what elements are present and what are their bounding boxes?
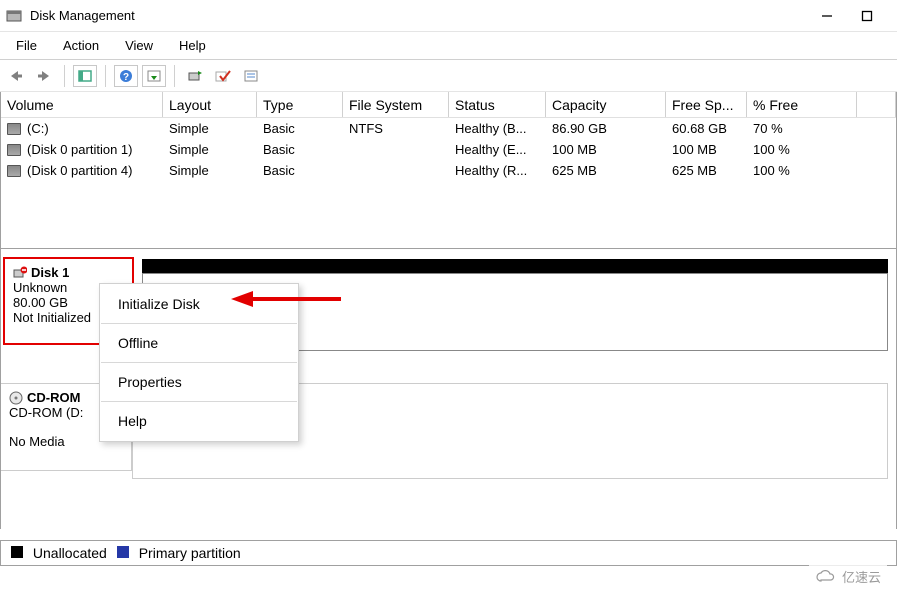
cell-fs xyxy=(343,170,449,172)
swatch-primary-icon xyxy=(117,546,129,558)
legend-bar: Unallocated Primary partition xyxy=(0,540,897,566)
col-pct[interactable]: % Free xyxy=(747,92,857,117)
ctx-properties[interactable]: Properties xyxy=(100,366,298,398)
toolbar-separator xyxy=(105,65,106,87)
cell-status: Healthy (B... xyxy=(449,120,546,137)
col-layout[interactable]: Layout xyxy=(163,92,257,117)
cell-type: Basic xyxy=(257,120,343,137)
legend-unallocated: Unallocated xyxy=(11,545,107,561)
cell-free: 100 MB xyxy=(666,141,747,158)
cloud-icon xyxy=(815,570,837,584)
col-capacity[interactable]: Capacity xyxy=(546,92,666,117)
col-spare xyxy=(857,92,896,117)
context-menu: Initialize Disk Offline Properties Help xyxy=(99,283,299,442)
ctx-offline[interactable]: Offline xyxy=(100,327,298,359)
toolbar: ? xyxy=(0,60,897,92)
cell-free: 60.68 GB xyxy=(666,120,747,137)
cell-volume: (Disk 0 partition 1) xyxy=(1,141,163,158)
ctx-initialize-disk[interactable]: Initialize Disk xyxy=(100,288,298,320)
disk-graphical-view: Disk 1 Unknown 80.00 GB Not Initialized … xyxy=(0,249,897,529)
cell-fs: NTFS xyxy=(343,120,449,137)
cell-pct: 100 % xyxy=(747,162,857,179)
menu-file[interactable]: File xyxy=(4,34,49,57)
legend-primary-label: Primary partition xyxy=(139,545,241,561)
menu-help[interactable]: Help xyxy=(167,34,218,57)
cell-status: Healthy (R... xyxy=(449,162,546,179)
menu-action[interactable]: Action xyxy=(51,34,111,57)
toolbar-separator xyxy=(64,65,65,87)
legend-primary: Primary partition xyxy=(117,545,241,561)
cell-capacity: 100 MB xyxy=(546,141,666,158)
volume-icon xyxy=(7,165,21,177)
disk-error-icon xyxy=(13,266,27,280)
volume-list: Volume Layout Type File System Status Ca… xyxy=(0,92,897,249)
cell-volume: (Disk 0 partition 4) xyxy=(1,162,163,179)
help-button[interactable]: ? xyxy=(114,65,138,87)
title-bar: Disk Management xyxy=(0,0,897,32)
volume-icon xyxy=(7,123,21,135)
col-type[interactable]: Type xyxy=(257,92,343,117)
ctx-separator xyxy=(101,401,297,402)
ctx-help[interactable]: Help xyxy=(100,405,298,437)
cell-pct: 70 % xyxy=(747,120,857,137)
nav-back-button[interactable] xyxy=(4,65,28,87)
settings-check-button[interactable] xyxy=(211,65,235,87)
app-icon xyxy=(6,8,22,24)
menu-bar: File Action View Help xyxy=(0,32,897,60)
watermark-text: 亿速云 xyxy=(842,567,881,586)
refresh-button[interactable] xyxy=(183,65,207,87)
col-volume[interactable]: Volume xyxy=(1,92,163,117)
show-hide-button[interactable] xyxy=(73,65,97,87)
cdrom-icon xyxy=(9,391,23,405)
table-row[interactable]: (Disk 0 partition 4)SimpleBasic Healthy (… xyxy=(1,160,896,181)
col-fs[interactable]: File System xyxy=(343,92,449,117)
disk1-name: Disk 1 xyxy=(31,265,69,280)
cell-type: Basic xyxy=(257,162,343,179)
view-list-button[interactable] xyxy=(239,65,263,87)
col-free[interactable]: Free Sp... xyxy=(666,92,747,117)
cell-layout: Simple xyxy=(163,141,257,158)
action-list-button[interactable] xyxy=(142,65,166,87)
cell-status: Healthy (E... xyxy=(449,141,546,158)
ctx-separator xyxy=(101,362,297,363)
legend-unallocated-label: Unallocated xyxy=(33,545,107,561)
cell-layout: Simple xyxy=(163,162,257,179)
cell-layout: Simple xyxy=(163,120,257,137)
swatch-unallocated-icon xyxy=(11,546,23,558)
cell-type: Basic xyxy=(257,141,343,158)
nav-forward-button[interactable] xyxy=(32,65,56,87)
toolbar-separator xyxy=(174,65,175,87)
cell-free: 625 MB xyxy=(666,162,747,179)
cell-capacity: 625 MB xyxy=(546,162,666,179)
cell-fs xyxy=(343,149,449,151)
volume-list-header: Volume Layout Type File System Status Ca… xyxy=(1,92,896,118)
cell-capacity: 86.90 GB xyxy=(546,120,666,137)
menu-view[interactable]: View xyxy=(113,34,165,57)
cell-pct: 100 % xyxy=(747,141,857,158)
svg-text:?: ? xyxy=(123,72,129,83)
ctx-separator xyxy=(101,323,297,324)
cell-volume: (C:) xyxy=(1,120,163,137)
maximize-button[interactable] xyxy=(861,10,873,22)
table-row[interactable]: (Disk 0 partition 1)SimpleBasic Healthy (… xyxy=(1,139,896,160)
window-title: Disk Management xyxy=(30,8,135,23)
minimize-button[interactable] xyxy=(821,10,833,22)
table-row[interactable]: (C:)SimpleBasicNTFSHealthy (B...86.90 GB… xyxy=(1,118,896,139)
cdrom-name: CD-ROM xyxy=(27,390,80,405)
unallocated-header-bar xyxy=(142,259,888,273)
volume-icon xyxy=(7,144,21,156)
watermark: 亿速云 xyxy=(809,565,887,588)
col-status[interactable]: Status xyxy=(449,92,546,117)
